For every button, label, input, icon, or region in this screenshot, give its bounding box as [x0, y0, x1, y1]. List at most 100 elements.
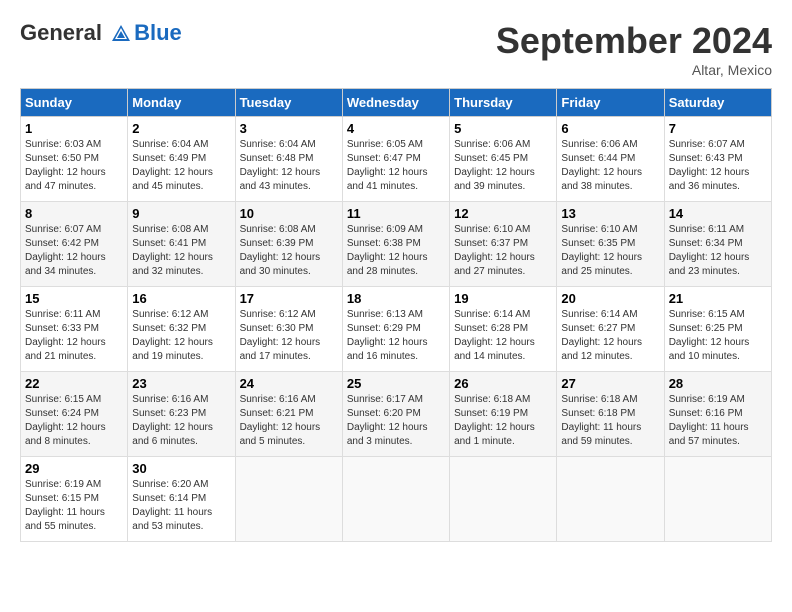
calendar-week-row: 8 Sunrise: 6:07 AM Sunset: 6:42 PM Dayli… [21, 202, 772, 287]
day-number: 21 [669, 291, 767, 306]
day-number: 5 [454, 121, 552, 136]
calendar-cell: 15 Sunrise: 6:11 AM Sunset: 6:33 PM Dayl… [21, 287, 128, 372]
calendar-cell: 16 Sunrise: 6:12 AM Sunset: 6:32 PM Dayl… [128, 287, 235, 372]
logo: General Blue [20, 20, 182, 46]
col-tuesday: Tuesday [235, 89, 342, 117]
calendar-cell: 3 Sunrise: 6:04 AM Sunset: 6:48 PM Dayli… [235, 117, 342, 202]
col-saturday: Saturday [664, 89, 771, 117]
calendar-cell: 18 Sunrise: 6:13 AM Sunset: 6:29 PM Dayl… [342, 287, 449, 372]
day-info: Sunrise: 6:14 AM Sunset: 6:28 PM Dayligh… [454, 308, 552, 364]
calendar-cell: 25 Sunrise: 6:17 AM Sunset: 6:20 PM Dayl… [342, 372, 449, 457]
calendar-cell: 27 Sunrise: 6:18 AM Sunset: 6:18 PM Dayl… [557, 372, 664, 457]
calendar-table: Sunday Monday Tuesday Wednesday Thursday… [20, 88, 772, 542]
day-info: Sunrise: 6:04 AM Sunset: 6:49 PM Dayligh… [132, 138, 230, 194]
calendar-cell: 26 Sunrise: 6:18 AM Sunset: 6:19 PM Dayl… [450, 372, 557, 457]
page-header: General Blue September 2024 Altar, Mexic… [20, 20, 772, 78]
day-number: 9 [132, 206, 230, 221]
calendar-cell: 2 Sunrise: 6:04 AM Sunset: 6:49 PM Dayli… [128, 117, 235, 202]
calendar-cell: 11 Sunrise: 6:09 AM Sunset: 6:38 PM Dayl… [342, 202, 449, 287]
col-thursday: Thursday [450, 89, 557, 117]
day-info: Sunrise: 6:07 AM Sunset: 6:42 PM Dayligh… [25, 223, 123, 279]
month-title: September 2024 [496, 20, 772, 62]
day-info: Sunrise: 6:19 AM Sunset: 6:15 PM Dayligh… [25, 478, 123, 534]
day-info: Sunrise: 6:04 AM Sunset: 6:48 PM Dayligh… [240, 138, 338, 194]
day-info: Sunrise: 6:16 AM Sunset: 6:21 PM Dayligh… [240, 393, 338, 449]
day-info: Sunrise: 6:06 AM Sunset: 6:45 PM Dayligh… [454, 138, 552, 194]
day-info: Sunrise: 6:03 AM Sunset: 6:50 PM Dayligh… [25, 138, 123, 194]
day-info: Sunrise: 6:18 AM Sunset: 6:19 PM Dayligh… [454, 393, 552, 449]
day-number: 27 [561, 376, 659, 391]
day-info: Sunrise: 6:15 AM Sunset: 6:25 PM Dayligh… [669, 308, 767, 364]
calendar-cell: 9 Sunrise: 6:08 AM Sunset: 6:41 PM Dayli… [128, 202, 235, 287]
subtitle: Altar, Mexico [496, 62, 772, 78]
day-info: Sunrise: 6:08 AM Sunset: 6:39 PM Dayligh… [240, 223, 338, 279]
calendar-cell: 10 Sunrise: 6:08 AM Sunset: 6:39 PM Dayl… [235, 202, 342, 287]
calendar-cell [450, 457, 557, 542]
day-number: 20 [561, 291, 659, 306]
calendar-cell: 22 Sunrise: 6:15 AM Sunset: 6:24 PM Dayl… [21, 372, 128, 457]
calendar-cell: 7 Sunrise: 6:07 AM Sunset: 6:43 PM Dayli… [664, 117, 771, 202]
day-info: Sunrise: 6:06 AM Sunset: 6:44 PM Dayligh… [561, 138, 659, 194]
day-info: Sunrise: 6:15 AM Sunset: 6:24 PM Dayligh… [25, 393, 123, 449]
day-number: 18 [347, 291, 445, 306]
calendar-body: 1 Sunrise: 6:03 AM Sunset: 6:50 PM Dayli… [21, 117, 772, 542]
col-friday: Friday [557, 89, 664, 117]
day-info: Sunrise: 6:13 AM Sunset: 6:29 PM Dayligh… [347, 308, 445, 364]
day-number: 17 [240, 291, 338, 306]
day-number: 22 [25, 376, 123, 391]
day-number: 15 [25, 291, 123, 306]
day-number: 3 [240, 121, 338, 136]
col-wednesday: Wednesday [342, 89, 449, 117]
day-number: 13 [561, 206, 659, 221]
day-number: 25 [347, 376, 445, 391]
calendar-cell [235, 457, 342, 542]
day-number: 11 [347, 206, 445, 221]
day-info: Sunrise: 6:08 AM Sunset: 6:41 PM Dayligh… [132, 223, 230, 279]
calendar-cell: 21 Sunrise: 6:15 AM Sunset: 6:25 PM Dayl… [664, 287, 771, 372]
day-info: Sunrise: 6:11 AM Sunset: 6:33 PM Dayligh… [25, 308, 123, 364]
day-number: 24 [240, 376, 338, 391]
day-number: 12 [454, 206, 552, 221]
calendar-cell: 13 Sunrise: 6:10 AM Sunset: 6:35 PM Dayl… [557, 202, 664, 287]
logo-blue: Blue [134, 20, 182, 46]
calendar-cell: 23 Sunrise: 6:16 AM Sunset: 6:23 PM Dayl… [128, 372, 235, 457]
calendar-cell: 17 Sunrise: 6:12 AM Sunset: 6:30 PM Dayl… [235, 287, 342, 372]
calendar-cell: 14 Sunrise: 6:11 AM Sunset: 6:34 PM Dayl… [664, 202, 771, 287]
day-number: 7 [669, 121, 767, 136]
day-number: 19 [454, 291, 552, 306]
day-info: Sunrise: 6:12 AM Sunset: 6:32 PM Dayligh… [132, 308, 230, 364]
calendar-cell [557, 457, 664, 542]
calendar-cell: 6 Sunrise: 6:06 AM Sunset: 6:44 PM Dayli… [557, 117, 664, 202]
day-number: 14 [669, 206, 767, 221]
day-info: Sunrise: 6:12 AM Sunset: 6:30 PM Dayligh… [240, 308, 338, 364]
day-info: Sunrise: 6:09 AM Sunset: 6:38 PM Dayligh… [347, 223, 445, 279]
day-info: Sunrise: 6:07 AM Sunset: 6:43 PM Dayligh… [669, 138, 767, 194]
calendar-week-row: 15 Sunrise: 6:11 AM Sunset: 6:33 PM Dayl… [21, 287, 772, 372]
day-number: 28 [669, 376, 767, 391]
day-number: 1 [25, 121, 123, 136]
title-block: September 2024 Altar, Mexico [496, 20, 772, 78]
calendar-cell: 28 Sunrise: 6:19 AM Sunset: 6:16 PM Dayl… [664, 372, 771, 457]
day-number: 6 [561, 121, 659, 136]
calendar-cell [342, 457, 449, 542]
calendar-cell: 20 Sunrise: 6:14 AM Sunset: 6:27 PM Dayl… [557, 287, 664, 372]
calendar-header-row: Sunday Monday Tuesday Wednesday Thursday… [21, 89, 772, 117]
day-info: Sunrise: 6:10 AM Sunset: 6:35 PM Dayligh… [561, 223, 659, 279]
col-monday: Monday [128, 89, 235, 117]
calendar-cell: 5 Sunrise: 6:06 AM Sunset: 6:45 PM Dayli… [450, 117, 557, 202]
calendar-week-row: 29 Sunrise: 6:19 AM Sunset: 6:15 PM Dayl… [21, 457, 772, 542]
logo-icon [110, 23, 132, 45]
day-info: Sunrise: 6:17 AM Sunset: 6:20 PM Dayligh… [347, 393, 445, 449]
calendar-week-row: 1 Sunrise: 6:03 AM Sunset: 6:50 PM Dayli… [21, 117, 772, 202]
calendar-cell: 4 Sunrise: 6:05 AM Sunset: 6:47 PM Dayli… [342, 117, 449, 202]
calendar-cell: 24 Sunrise: 6:16 AM Sunset: 6:21 PM Dayl… [235, 372, 342, 457]
day-number: 4 [347, 121, 445, 136]
logo-general: General [20, 20, 102, 45]
day-info: Sunrise: 6:10 AM Sunset: 6:37 PM Dayligh… [454, 223, 552, 279]
day-number: 8 [25, 206, 123, 221]
calendar-cell: 30 Sunrise: 6:20 AM Sunset: 6:14 PM Dayl… [128, 457, 235, 542]
day-number: 23 [132, 376, 230, 391]
day-number: 30 [132, 461, 230, 476]
col-sunday: Sunday [21, 89, 128, 117]
calendar-cell: 29 Sunrise: 6:19 AM Sunset: 6:15 PM Dayl… [21, 457, 128, 542]
